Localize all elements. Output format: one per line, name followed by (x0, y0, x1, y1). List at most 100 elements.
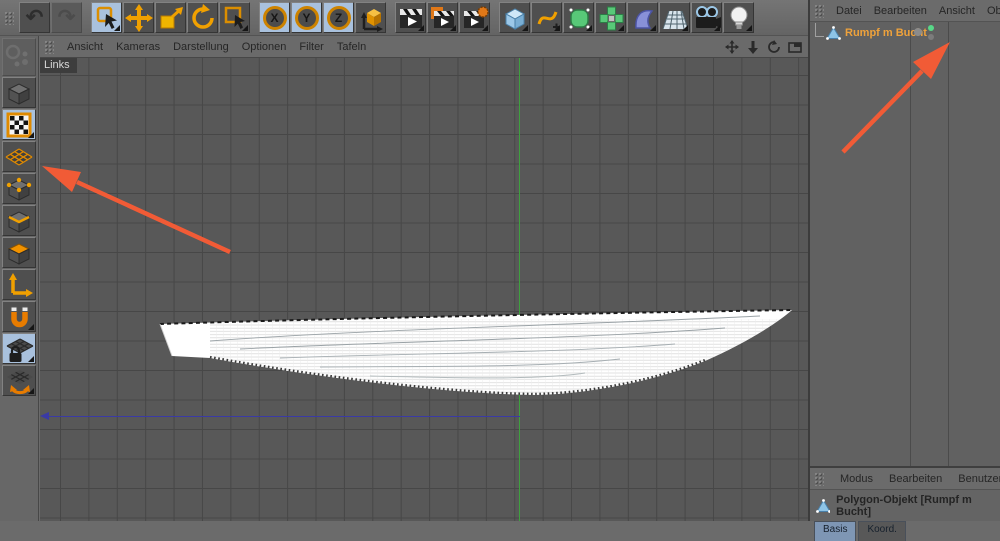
coordinate-system-icon (360, 8, 383, 32)
workplane-lock-icon (6, 337, 34, 362)
viewport-menubar: Ansicht Kameras Darstellung Optionen Fil… (40, 36, 808, 58)
texture-axis-icon (5, 147, 33, 166)
make-editable-button[interactable] (2, 38, 36, 76)
selection-rect-icon (224, 6, 245, 29)
right-panel: Datei Bearbeiten Ansicht Objekte Rumpf m… (808, 0, 1000, 541)
render-visibility-dot[interactable] (928, 33, 934, 40)
edges-mode-button[interactable] (2, 205, 36, 236)
workplane-rotate-button[interactable] (2, 365, 36, 396)
menu-filter[interactable]: Filter (299, 41, 323, 53)
polygons-mode-button[interactable] (2, 237, 36, 268)
model-mode-button[interactable] (2, 77, 36, 108)
rotate-view-icon[interactable] (767, 39, 781, 54)
lock-x-axis-button[interactable]: X (259, 2, 290, 33)
cube-primitive-icon (504, 7, 525, 30)
render-region-button[interactable] (427, 2, 458, 33)
y-axis-line (519, 58, 520, 521)
camera-icon (695, 5, 721, 28)
scale-tool-button[interactable] (155, 2, 186, 33)
add-modeling-button[interactable] (595, 2, 626, 33)
object-manager-drag-handle[interactable] (814, 3, 824, 18)
tab-basis[interactable]: Basis (814, 521, 857, 541)
add-camera-button[interactable] (691, 2, 722, 33)
menu-kameras[interactable]: Kameras (116, 41, 160, 53)
x-axis-icon: X (262, 5, 287, 30)
rotate-tool-button[interactable] (187, 2, 218, 33)
points-mode-button[interactable] (2, 173, 36, 204)
attribute-manager-title-row: Polygon-Objekt [Rumpf m Bucht] (810, 490, 1000, 521)
object-enable-dot[interactable] (914, 28, 922, 36)
render-view-button[interactable] (395, 2, 426, 33)
deformer-icon (634, 9, 653, 29)
om-menu-objekte[interactable]: Objekte (987, 5, 1000, 17)
am-menu-benutzer[interactable]: Benutzer (958, 473, 1000, 485)
add-deformer-button[interactable] (627, 2, 658, 33)
z-axis-icon: Z (326, 5, 351, 30)
lock-y-axis-button[interactable]: Y (291, 2, 322, 33)
move-tool-button[interactable] (123, 2, 154, 33)
undo-button[interactable]: ↶ (19, 2, 50, 33)
am-menu-bearbeiten[interactable]: Bearbeiten (889, 473, 942, 485)
viewport-controls (725, 39, 802, 54)
render-settings-button[interactable] (459, 2, 490, 33)
main-toolbar: ↶ ↷ X Y Z (0, 0, 810, 36)
add-spline-button[interactable] (531, 2, 562, 33)
menu-ansicht[interactable]: Ansicht (67, 41, 103, 53)
last-selection-tool-button[interactable] (219, 2, 250, 33)
live-selection-button[interactable] (91, 2, 122, 33)
object-manager-menubar: Datei Bearbeiten Ansicht Objekte (810, 0, 1000, 22)
live-selection-icon (96, 6, 117, 29)
menu-tafeln[interactable]: Tafeln (337, 41, 366, 53)
polygon-object-icon (826, 26, 841, 40)
viewport-canvas[interactable]: Links (40, 58, 808, 521)
tree-branch-line (815, 23, 824, 37)
attribute-tabs: Basis Koord. (810, 521, 1000, 541)
modeling-icon (599, 6, 623, 30)
points-mode-icon (6, 177, 32, 201)
attribute-manager: Modus Bearbeiten Benutzer Polygon-Objekt… (810, 466, 1000, 541)
model-cube-icon (7, 82, 31, 105)
object-axis-mode-button[interactable] (2, 269, 36, 300)
zoom-view-icon[interactable] (746, 40, 760, 54)
texture-axis-mode-button[interactable] (2, 141, 36, 172)
nurbs-icon (568, 7, 590, 29)
coordinate-system-button[interactable] (355, 2, 386, 33)
toolbar-drag-handle[interactable] (4, 10, 14, 25)
menu-optionen[interactable]: Optionen (242, 41, 287, 53)
attribute-title: Polygon-Objekt [Rumpf m Bucht] (836, 494, 972, 518)
menu-darstellung[interactable]: Darstellung (173, 41, 229, 53)
snap-settings-button[interactable] (2, 301, 36, 332)
make-editable-icon (5, 44, 28, 67)
add-primitive-button[interactable] (499, 2, 530, 33)
om-menu-datei[interactable]: Datei (836, 5, 862, 17)
floor-grid-icon (662, 10, 688, 29)
lock-z-axis-button[interactable]: Z (323, 2, 354, 33)
mode-toolbar (0, 36, 39, 521)
add-environment-button[interactable] (659, 2, 690, 33)
object-axis-icon (9, 272, 33, 297)
am-menu-modus[interactable]: Modus (840, 473, 873, 485)
move-icon (124, 3, 153, 32)
light-bulb-icon (730, 6, 747, 29)
boat-hull-mesh[interactable] (150, 301, 800, 403)
om-menu-ansicht[interactable]: Ansicht (939, 5, 975, 17)
render-region-icon (430, 6, 454, 28)
add-light-button[interactable] (723, 2, 754, 33)
object-row[interactable]: Rumpf m Bucht (810, 23, 1000, 42)
pan-view-icon[interactable] (725, 39, 739, 54)
scale-icon (160, 6, 183, 28)
object-manager-column-divider (948, 22, 949, 468)
add-nurbs-button[interactable] (563, 2, 594, 33)
attribute-manager-menubar: Modus Bearbeiten Benutzer (810, 468, 1000, 490)
editor-visibility-dot[interactable] (928, 24, 934, 31)
toggle-view-icon[interactable] (788, 40, 802, 54)
redo-button[interactable]: ↷ (51, 2, 82, 33)
redo-icon: ↷ (57, 6, 76, 29)
texture-mode-button[interactable] (2, 109, 36, 140)
tab-koord[interactable]: Koord. (858, 521, 906, 541)
attribute-manager-drag-handle[interactable] (814, 471, 824, 486)
om-menu-bearbeiten[interactable]: Bearbeiten (874, 5, 927, 17)
viewport-drag-handle[interactable] (44, 39, 54, 54)
workplane-lock-button[interactable] (2, 333, 36, 364)
viewport-panel: Ansicht Kameras Darstellung Optionen Fil… (40, 36, 808, 521)
